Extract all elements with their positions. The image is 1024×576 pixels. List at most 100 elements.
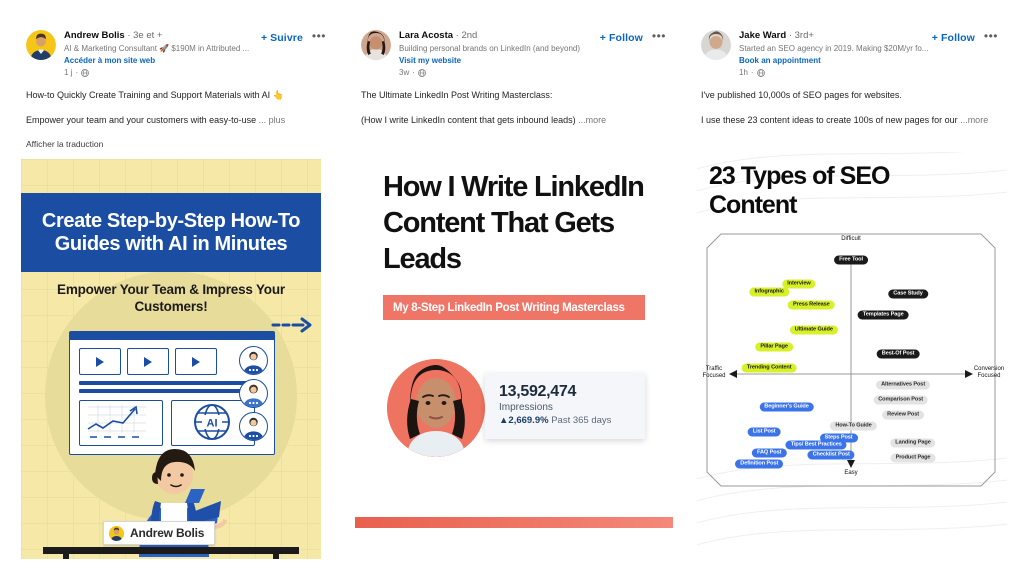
chart-point-pill: Free Tool <box>834 255 868 265</box>
follow-button[interactable]: + Suivre <box>261 32 303 44</box>
person-icon <box>243 417 264 440</box>
quadrant-chart: Difficult Easy Traffic Focused Conversio… <box>702 232 1004 488</box>
see-more-link[interactable]: ...more <box>578 115 606 125</box>
post-media-image[interactable]: 23 Types of SEO Content Difficult Easy T… <box>697 152 1007 552</box>
chart-point-pill: FAQ Post <box>751 448 787 458</box>
chart-point-pill: Review Post <box>882 410 925 420</box>
post-body-line-1: I've published 10,000s of SEO pages for … <box>701 90 902 100</box>
see-more-link[interactable]: ... plus <box>259 115 286 125</box>
post-body-text: Empower your team and your customers wit… <box>26 115 257 125</box>
ellipsis-icon[interactable]: ••• <box>984 30 998 42</box>
axis-label-bottom: Easy <box>844 470 858 476</box>
post-time: 1h <box>739 68 748 77</box>
portrait-image <box>387 359 485 457</box>
post-media-image[interactable]: Create Step-by-Step How-To Guides with A… <box>21 159 321 559</box>
author-name-line: Lara Acosta · 2nd <box>399 30 600 42</box>
connection-degree: · 2nd <box>455 30 478 41</box>
media-title: 23 Types of SEO Content <box>709 162 890 219</box>
media-subtitle: Empower Your Team & Impress Your Custome… <box>57 282 285 314</box>
chart-point-pill: Case Study <box>888 289 928 299</box>
axis-label-top: Difficult <box>841 236 861 242</box>
profile-cta-link[interactable]: Book an appointment <box>739 55 932 66</box>
post-body-line-1: The Ultimate LinkedIn Post Writing Maste… <box>361 90 553 100</box>
avatar-image <box>26 30 56 60</box>
impressions-label: Impressions <box>499 402 553 413</box>
post-header: Jake Ward · 3rd+ Started an SEO agency i… <box>701 30 998 78</box>
media-ribbon-text: My 8-Step LinkedIn Post Writing Mastercl… <box>393 301 625 314</box>
chart-point-pill: Landing Page <box>890 438 936 448</box>
post-time: 1 j <box>64 68 73 77</box>
divider-line <box>79 389 251 393</box>
author-name[interactable]: Lara Acosta <box>399 30 453 41</box>
chart-point-pill: Alternatives Post <box>876 380 931 390</box>
show-translation-link[interactable]: Afficher la traduction <box>26 139 326 150</box>
post-body-text: I use these 23 content ideas to create 1… <box>701 115 958 125</box>
author-name-line: Jake Ward · 3rd+ <box>739 30 932 42</box>
arrow-right-icon <box>271 317 312 333</box>
post-media-image[interactable]: How I Write LinkedIn Content That Gets L… <box>355 147 673 559</box>
author-name[interactable]: Andrew Bolis <box>64 30 125 41</box>
follow-button[interactable]: + Follow <box>932 32 975 44</box>
author-name-line: Andrew Bolis · 3e et + <box>64 30 261 42</box>
author-portrait <box>387 359 485 457</box>
nametag-avatar <box>109 525 124 541</box>
chart-point-pill: How-To Guide <box>830 421 877 431</box>
post-body-line-1: How-to Quickly Create Training and Suppo… <box>26 90 284 100</box>
chart-point-pill: Ultimate Guide <box>789 325 838 335</box>
avatar[interactable] <box>26 30 56 60</box>
chart-point-pill: Trending Content <box>741 363 797 373</box>
media-bottom-bar <box>355 517 673 528</box>
person-icon <box>243 384 264 407</box>
globe-icon <box>756 68 765 77</box>
post-card-2: Lara Acosta · 2nd Building personal bran… <box>355 30 673 559</box>
axis-label-right: Conversion Focused <box>973 366 1005 379</box>
follow-button[interactable]: + Follow <box>600 32 643 44</box>
post-body-line-2: Empower your team and your customers wit… <box>26 114 326 126</box>
post-header: Andrew Bolis · 3e et + AI & Marketing Co… <box>26 30 326 78</box>
post-card-1: Andrew Bolis · 3e et + AI & Marketing Co… <box>21 30 326 559</box>
author-info: Andrew Bolis · 3e et + AI & Marketing Co… <box>64 30 261 78</box>
media-title: How I Write LinkedIn Content That Gets L… <box>383 171 645 275</box>
chart-point-pill: Comparison Post <box>873 395 928 405</box>
profile-cta-link[interactable]: Accéder à mon site web <box>64 55 261 66</box>
chart-point-pill: Product Page <box>890 453 936 463</box>
globe-icon <box>418 68 426 77</box>
connection-degree: · 3rd+ <box>788 30 814 41</box>
ellipsis-icon[interactable]: ••• <box>312 30 326 42</box>
avatar-image <box>361 30 391 60</box>
chart-point-pill: Best-Of Post <box>876 349 920 359</box>
author-headline: Building personal brands on LinkedIn (an… <box>399 44 581 53</box>
see-more-link[interactable]: ...more <box>960 115 988 125</box>
chart-point-pill: Interview <box>782 279 816 289</box>
avatar[interactable] <box>361 30 391 60</box>
post-body-line-2: I use these 23 content ideas to create 1… <box>701 114 998 126</box>
avatar[interactable] <box>701 30 731 60</box>
media-ribbon: My 8-Step LinkedIn Post Writing Mastercl… <box>383 295 645 320</box>
author-info: Lara Acosta · 2nd Building personal bran… <box>399 30 600 78</box>
chart-point-pill: Press Release <box>787 300 835 310</box>
impressions-value: 13,592,474 <box>499 383 577 400</box>
post-body-text: (How I write LinkedIn content that gets … <box>361 115 576 125</box>
participant-avatar <box>239 379 268 408</box>
desk-leg <box>63 554 69 559</box>
participant-avatar <box>239 412 268 441</box>
author-info: Jake Ward · 3rd+ Started an SEO agency i… <box>739 30 932 78</box>
post-header: Lara Acosta · 2nd Building personal bran… <box>361 30 666 78</box>
post-card-3: Jake Ward · 3rd+ Started an SEO agency i… <box>697 30 1007 552</box>
post-actions: + Follow ••• <box>932 30 998 44</box>
meta-separator: · <box>412 68 415 77</box>
chart-point-pill: Beginner's Guide <box>759 402 814 412</box>
media-banner-text: Create Step-by-Step How-To Guides with A… <box>41 209 301 255</box>
post-actions: + Follow ••• <box>600 30 666 44</box>
post-meta: 3w · <box>399 67 600 78</box>
ellipsis-icon[interactable]: ••• <box>652 30 666 42</box>
chart-point-pill: Definition Post <box>735 459 784 469</box>
profile-cta-link[interactable]: Visit my website <box>399 55 600 66</box>
axis-label-left: Traffic Focused <box>702 366 726 379</box>
delta-period: Past 365 days <box>551 415 612 426</box>
author-headline: AI & Marketing Consultant 🚀 $190M in Att… <box>64 44 250 53</box>
chart-axes <box>706 233 996 487</box>
video-thumb <box>79 348 121 375</box>
author-name[interactable]: Jake Ward <box>739 30 786 41</box>
avatar-image <box>701 30 731 60</box>
